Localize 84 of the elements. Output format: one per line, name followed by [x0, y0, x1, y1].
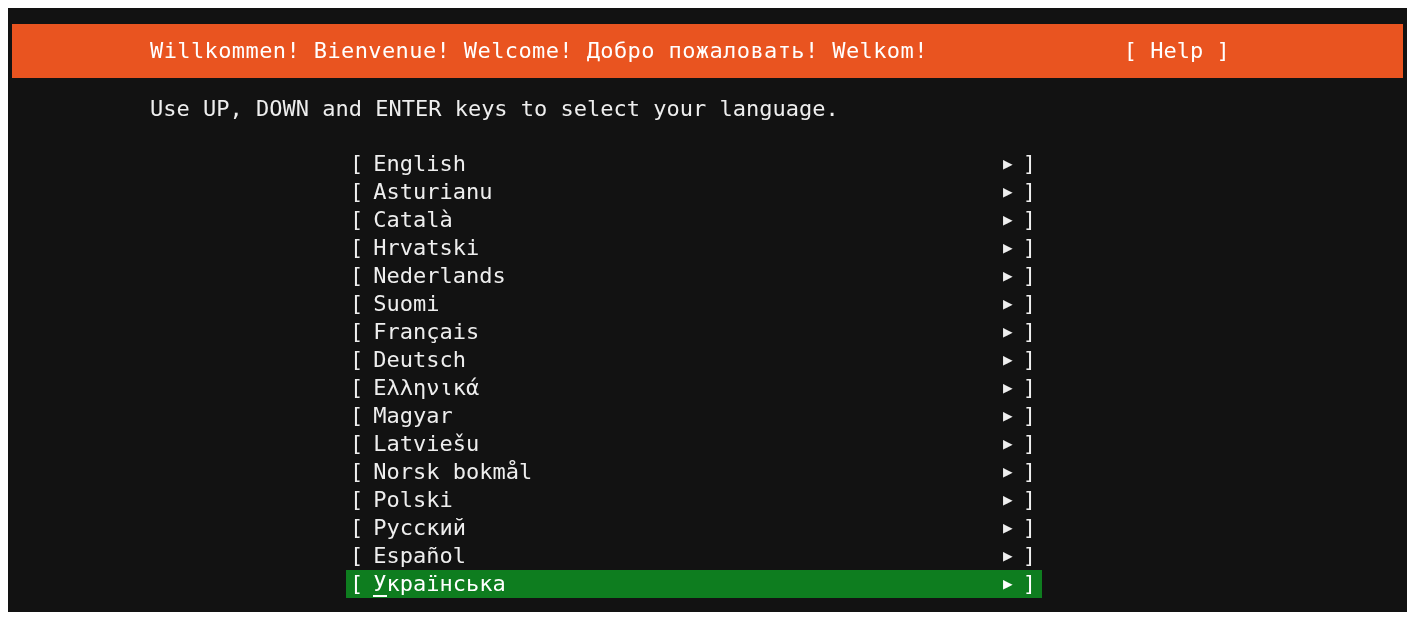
language-row[interactable]: [ Magyar ▶ ] [346, 402, 1042, 430]
triangle-icon: ▶ [1003, 458, 1013, 486]
triangle-icon: ▶ [1003, 290, 1013, 318]
bracket: ] [1022, 150, 1036, 178]
triangle-icon: ▶ [1003, 486, 1013, 514]
language-option[interactable]: English [373, 150, 466, 178]
bracket: ] [1022, 206, 1036, 234]
language-row[interactable]: [ Nederlands ▶ ] [346, 262, 1042, 290]
bracket: [ [350, 178, 364, 206]
bracket: ] [1022, 514, 1036, 542]
language-option[interactable]: Ελληνικά [373, 374, 480, 402]
language-option[interactable]: Русский [373, 514, 466, 542]
language-option[interactable]: Hrvatski [373, 234, 480, 262]
language-row[interactable]: [ Asturianu ▶ ] [346, 178, 1042, 206]
language-row[interactable]: [ Русский ▶ ] [346, 514, 1042, 542]
language-row[interactable]: [ English ▶ ] [346, 150, 1042, 178]
triangle-icon: ▶ [1003, 178, 1013, 206]
bracket: ] [1022, 402, 1036, 430]
bracket: [ [350, 486, 364, 514]
bracket: [ [350, 290, 364, 318]
language-option[interactable]: Deutsch [373, 346, 466, 374]
language-row[interactable]: [ Español ▶ ] [346, 542, 1042, 570]
language-option[interactable]: Català [373, 206, 453, 234]
language-option[interactable]: Asturianu [373, 178, 493, 206]
language-row[interactable]: [ Polski ▶ ] [346, 486, 1042, 514]
language-option[interactable]: Nederlands [373, 262, 506, 290]
bracket: [ [350, 570, 364, 598]
bracket: [ [350, 150, 364, 178]
triangle-icon: ▶ [1003, 206, 1013, 234]
bracket: [ [350, 542, 364, 570]
language-row[interactable]: [ Norsk bokmål ▶ ] [346, 458, 1042, 486]
bracket: [ [350, 374, 364, 402]
language-option[interactable]: Suomi [373, 290, 440, 318]
bracket: ] [1022, 458, 1036, 486]
language-option[interactable]: Français [373, 318, 480, 346]
bracket: [ [350, 458, 364, 486]
bracket: [ [350, 206, 364, 234]
triangle-icon: ▶ [1003, 402, 1013, 430]
bracket: ] [1022, 374, 1036, 402]
bracket: ] [1022, 346, 1036, 374]
bracket: ] [1022, 290, 1036, 318]
instruction-text: Use UP, DOWN and ENTER keys to select your language. [150, 96, 839, 121]
language-row[interactable]: [ Latviešu ▶ ] [346, 430, 1042, 458]
triangle-icon: ▶ [1003, 570, 1013, 598]
language-row[interactable]: [ Ελληνικά ▶ ] [346, 374, 1042, 402]
bracket: [ [350, 514, 364, 542]
bracket: ] [1022, 262, 1036, 290]
bracket: [ [350, 402, 364, 430]
language-option[interactable]: Latviešu [373, 430, 480, 458]
language-option[interactable]: Magyar [373, 402, 453, 430]
bracket: ] [1022, 430, 1036, 458]
help-button[interactable]: [ Help ] [1123, 37, 1230, 65]
language-row[interactable]: [ Hrvatski ▶ ] [346, 234, 1042, 262]
language-option[interactable]: Español [373, 542, 466, 570]
triangle-icon: ▶ [1003, 514, 1013, 542]
triangle-icon: ▶ [1003, 234, 1013, 262]
triangle-icon: ▶ [1003, 150, 1013, 178]
bracket: [ [350, 430, 364, 458]
bracket: ] [1022, 234, 1036, 262]
language-row[interactable]: [ Українська ▶ ] [346, 570, 1042, 598]
language-row[interactable]: [ Français ▶ ] [346, 318, 1042, 346]
language-row[interactable]: [ Català ▶ ] [346, 206, 1042, 234]
language-option[interactable]: Українська [373, 570, 506, 598]
header-title: Willkommen! Bienvenue! Welcome! Добро пожаловать! Welkom! [150, 37, 928, 65]
language-option[interactable]: Norsk bokmål [373, 458, 533, 486]
triangle-icon: ▶ [1003, 346, 1013, 374]
language-row[interactable]: [ Deutsch ▶ ] [346, 346, 1042, 374]
language-row[interactable]: [ Suomi ▶ ] [346, 290, 1042, 318]
bracket: ] [1022, 486, 1036, 514]
language-option[interactable]: Polski [373, 486, 453, 514]
bracket: ] [1022, 318, 1036, 346]
triangle-icon: ▶ [1003, 542, 1013, 570]
triangle-icon: ▶ [1003, 374, 1013, 402]
bracket: ] [1022, 178, 1036, 206]
bracket: ] [1022, 542, 1036, 570]
text-cursor [373, 595, 388, 597]
bracket: [ [350, 262, 364, 290]
bracket: [ [350, 346, 364, 374]
bracket: ] [1022, 570, 1036, 598]
triangle-icon: ▶ [1003, 318, 1013, 346]
triangle-icon: ▶ [1003, 430, 1013, 458]
bracket: [ [350, 234, 364, 262]
triangle-icon: ▶ [1003, 262, 1013, 290]
bracket: [ [350, 318, 364, 346]
